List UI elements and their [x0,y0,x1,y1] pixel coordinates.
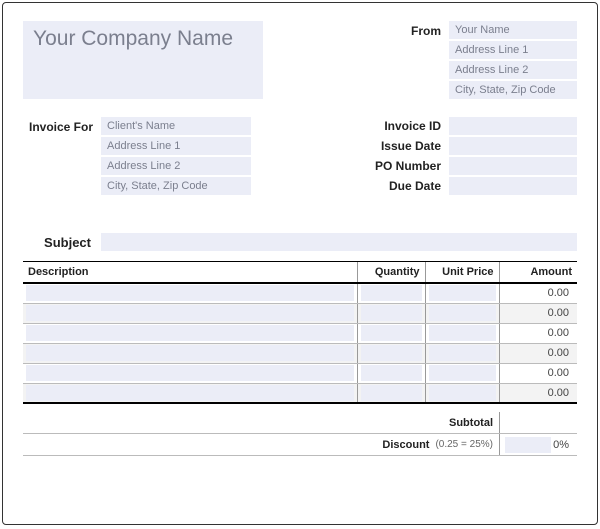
amount-cell: 0.00 [499,283,577,303]
issue-date-field[interactable] [449,137,577,155]
from-address2-field[interactable]: Address Line 2 [449,61,577,79]
description-field[interactable] [26,365,354,381]
quantity-field[interactable] [361,325,422,341]
subtotal-row: Subtotal [23,412,577,434]
unit-price-field[interactable] [429,305,496,321]
amount-cell: 0.00 [499,323,577,343]
from-address1-field[interactable]: Address Line 1 [449,41,577,59]
invoice-for-fields: Client's Name Address Line 1 Address Lin… [101,117,251,195]
quantity-field[interactable] [361,285,422,301]
subtotal-label: Subtotal [449,417,499,429]
col-unit-price: Unit Price [425,262,499,284]
amount-cell: 0.00 [499,343,577,363]
client-name-field[interactable]: Client's Name [101,117,251,135]
description-field[interactable] [26,325,354,341]
description-field[interactable] [26,345,354,361]
discount-label: Discount [382,439,435,451]
amount-cell: 0.00 [499,303,577,323]
meta-labels: Invoice ID Issue Date PO Number Due Date [367,117,449,195]
from-block: From Your Name Address Line 1 Address Li… [403,21,577,99]
col-amount: Amount [499,262,577,284]
unit-price-field[interactable] [429,345,496,361]
meta-block: Invoice ID Issue Date PO Number Due Date [367,117,577,195]
invoice-for-label: Invoice For [23,117,101,195]
col-quantity: Quantity [357,262,425,284]
table-row: 0.00 [23,363,577,383]
due-date-field[interactable] [449,177,577,195]
client-city-field[interactable]: City, State, Zip Code [101,177,251,195]
amount-cell: 0.00 [499,383,577,403]
invoice-id-field[interactable] [449,117,577,135]
client-address1-field[interactable]: Address Line 1 [101,137,251,155]
discount-row: Discount (0.25 = 25%) 0% [23,434,577,456]
quantity-field[interactable] [361,345,422,361]
line-items-table: Description Quantity Unit Price Amount 0… [23,261,577,404]
meta-fields [449,117,577,195]
table-row: 0.00 [23,383,577,403]
header-row: Your Company Name From Your Name Address… [23,21,577,99]
description-field[interactable] [26,305,354,321]
client-address2-field[interactable]: Address Line 2 [101,157,251,175]
mid-row: Invoice For Client's Name Address Line 1… [23,117,577,195]
from-label: From [403,21,449,99]
issue-date-label: Issue Date [367,137,449,155]
due-date-label: Due Date [367,177,449,195]
table-row: 0.00 [23,343,577,363]
subject-row: Subject [23,233,577,251]
subtotal-value [499,412,577,433]
from-city-field[interactable]: City, State, Zip Code [449,81,577,99]
discount-field[interactable] [505,437,551,453]
amount-cell: 0.00 [499,363,577,383]
table-row: 0.00 [23,303,577,323]
unit-price-field[interactable] [429,285,496,301]
description-field[interactable] [26,385,354,401]
quantity-field[interactable] [361,305,422,321]
discount-value-wrap: 0% [499,434,577,455]
from-name-field[interactable]: Your Name [449,21,577,39]
unit-price-field[interactable] [429,385,496,401]
discount-hint: (0.25 = 25%) [435,439,499,450]
col-description: Description [23,262,357,284]
quantity-field[interactable] [361,365,422,381]
invoice-id-label: Invoice ID [367,117,449,135]
from-fields: Your Name Address Line 1 Address Line 2 … [449,21,577,99]
unit-price-field[interactable] [429,365,496,381]
subject-label: Subject [23,235,101,250]
table-row: 0.00 [23,323,577,343]
description-field[interactable] [26,285,354,301]
invoice-page: Your Company Name From Your Name Address… [2,2,598,525]
discount-pct: 0% [553,439,569,451]
company-name-field[interactable]: Your Company Name [23,21,263,99]
po-number-field[interactable] [449,157,577,175]
unit-price-field[interactable] [429,325,496,341]
po-number-label: PO Number [367,157,449,175]
table-row: 0.00 [23,283,577,303]
totals-block: Subtotal Discount (0.25 = 25%) 0% [23,412,577,456]
invoice-for-block: Invoice For Client's Name Address Line 1… [23,117,251,195]
quantity-field[interactable] [361,385,422,401]
subject-field[interactable] [101,233,577,251]
